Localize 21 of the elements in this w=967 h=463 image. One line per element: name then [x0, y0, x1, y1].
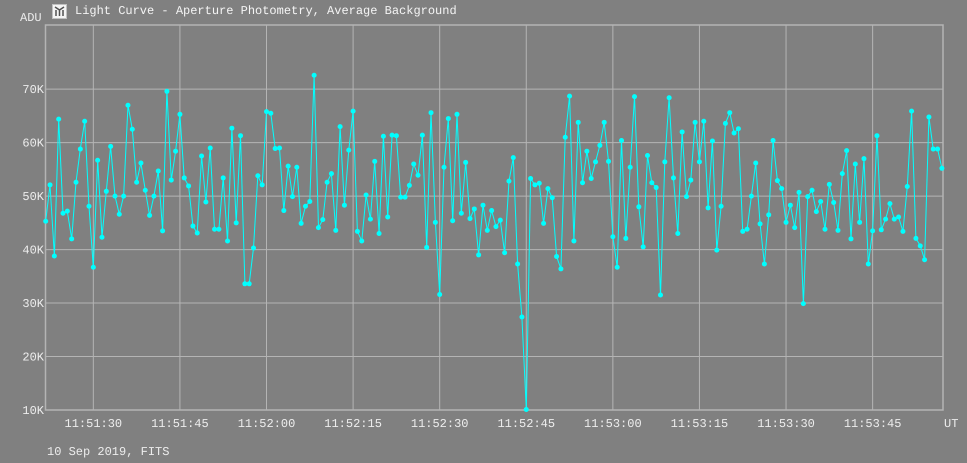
axis-title: ADU: [19, 10, 43, 25]
axis-tick-label: 20K: [22, 350, 44, 365]
axis-tick-label: 30K: [22, 297, 44, 312]
axis-tick-label: 11:52:45: [497, 417, 556, 431]
axis-tick-label: 11:53:15: [670, 417, 728, 431]
window-title: Light Curve - Aperture Photometry, Average Background: [75, 3, 457, 18]
axis-title: UT: [944, 417, 958, 431]
axis-tick-label: 11:52:00: [238, 417, 296, 431]
footer-text: 10 Sep 2019, FITS: [47, 445, 170, 459]
axis-tick-label: 70K: [22, 83, 44, 98]
axis-tick-label: 11:53:45: [844, 417, 902, 431]
axis-tick-label: 50K: [22, 190, 44, 204]
axis-tick-label: 60K: [22, 136, 44, 151]
axis-tick-label: 11:53:00: [584, 417, 642, 431]
axis-tick-label: 11:52:15: [324, 417, 382, 431]
axis-tick-label: 40K: [22, 244, 44, 258]
axis-tick-label: 11:51:30: [64, 417, 122, 431]
axis-tick-label: 11:53:30: [757, 417, 815, 431]
axis-tick-label: 11:51:45: [151, 417, 209, 431]
axis-tick-label: 11:52:30: [410, 417, 468, 431]
axis-tick-label: 10K: [22, 404, 44, 418]
